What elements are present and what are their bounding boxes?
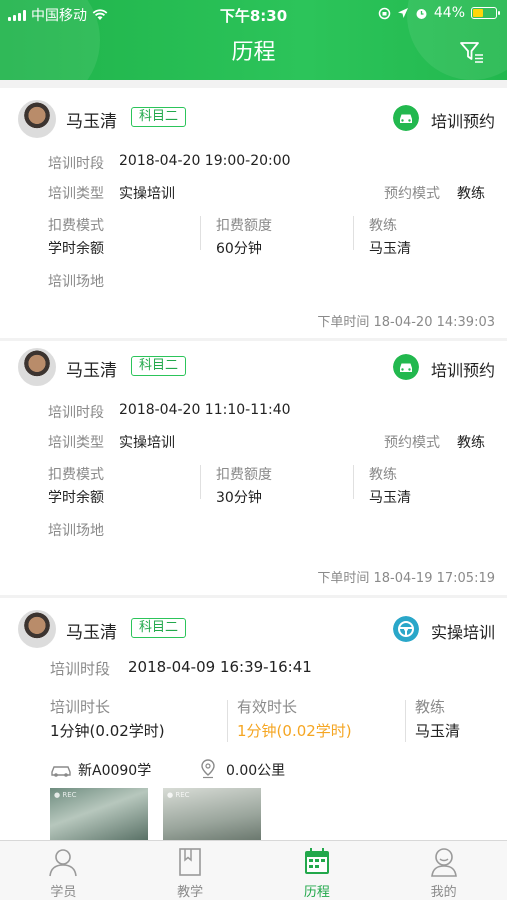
filter-icon[interactable] <box>459 40 485 64</box>
student-icon <box>49 849 78 877</box>
subject-tag: 科目二 <box>131 618 187 638</box>
order-time: 下单时间 18-04-20 14:39:03 <box>317 315 495 330</box>
coach-label: 教练 <box>369 467 397 483</box>
subject-tag: 科目二 <box>131 107 187 127</box>
tab-label: 我的 <box>430 885 457 900</box>
fee-amount-value: 30分钟 <box>216 490 262 506</box>
period-value: 2018-04-20 11:10-11:40 <box>119 402 291 418</box>
record-type: 实操培训 <box>430 623 495 642</box>
coach-label: 教练 <box>369 218 397 234</box>
venue-label: 培训场地 <box>48 523 104 539</box>
tab-history[interactable]: 历程 <box>254 841 381 900</box>
divider <box>405 700 406 742</box>
training-photo[interactable]: ● REC <box>163 788 261 840</box>
distance-value: 0.00公里 <box>226 763 286 779</box>
coach-value: 马玉清 <box>369 241 411 257</box>
fee-mode-value: 学时余额 <box>48 490 104 506</box>
train-type-value: 实操培训 <box>119 186 175 202</box>
divider <box>227 700 228 742</box>
tab-label: 历程 <box>303 885 330 900</box>
avatar <box>18 610 56 648</box>
teaching-icon <box>179 848 201 876</box>
period-label: 培训时段 <box>48 156 104 172</box>
history-card[interactable]: 马玉清 科目二 实操培训 培训时段 2018-04-09 16:39-16:41… <box>0 598 507 840</box>
avatar <box>18 348 56 386</box>
fee-amount-label: 扣费额度 <box>216 467 272 483</box>
steering-wheel-icon <box>393 616 419 642</box>
duration-value: 1分钟(0.02学时) <box>50 722 165 740</box>
train-type-label: 培训类型 <box>48 435 104 451</box>
car-icon <box>51 766 71 777</box>
battery-percent: 44% <box>433 5 465 21</box>
coach-value: 马玉清 <box>369 490 411 506</box>
period-label: 培训时段 <box>50 660 111 678</box>
car-booking-icon <box>393 354 419 380</box>
train-type-value: 实操培训 <box>119 435 175 451</box>
record-type: 培训预约 <box>430 112 495 131</box>
valid-duration-label: 有效时长 <box>237 698 298 716</box>
divider <box>200 216 201 250</box>
period-value: 2018-04-20 19:00-20:00 <box>119 153 291 169</box>
tab-label: 教学 <box>177 885 204 900</box>
page-title: 历程 <box>231 40 276 65</box>
train-type-label: 培训类型 <box>48 186 104 202</box>
mode-value: 教练 <box>457 435 485 451</box>
calendar-icon <box>304 848 329 874</box>
student-name: 马玉清 <box>66 623 117 643</box>
fee-mode-label: 扣费模式 <box>48 467 104 483</box>
fee-amount-value: 60分钟 <box>216 241 262 257</box>
orientation-lock-icon <box>378 7 391 19</box>
tab-teaching[interactable]: 教学 <box>127 841 254 900</box>
tab-students[interactable]: 学员 <box>0 841 127 900</box>
location-icon <box>397 8 408 18</box>
tab-label: 学员 <box>50 885 77 900</box>
battery-icon <box>471 7 500 19</box>
mode-label: 预约模式 <box>384 435 440 451</box>
divider <box>353 216 354 250</box>
app-header: 中国移动 下午8:30 44% 历程 <box>0 0 507 80</box>
fee-mode-value: 学时余额 <box>48 241 104 257</box>
duration-label: 培训时长 <box>50 698 111 716</box>
period-value: 2018-04-09 16:39-16:41 <box>128 658 312 676</box>
coach-value: 马玉清 <box>415 722 461 740</box>
location-pin-icon <box>201 759 215 779</box>
student-name: 马玉清 <box>66 112 117 132</box>
history-card[interactable]: 马玉清 科目二 培训预约 培训时段 2018-04-20 19:00-20:00… <box>0 88 507 338</box>
coach-label: 教练 <box>415 698 446 716</box>
history-card[interactable]: 马玉清 科目二 培训预约 培训时段 2018-04-20 11:10-11:40… <box>0 341 507 595</box>
divider <box>353 465 354 499</box>
avatar <box>18 100 56 138</box>
car-booking-icon <box>393 105 419 131</box>
mode-label: 预约模式 <box>384 186 440 202</box>
tab-profile[interactable]: 我的 <box>380 841 507 900</box>
car-plate: 新A0090学 <box>78 763 152 779</box>
fee-amount-label: 扣费额度 <box>216 218 272 234</box>
period-label: 培训时段 <box>48 405 104 421</box>
student-name: 马玉清 <box>66 361 117 381</box>
mode-value: 教练 <box>457 186 485 202</box>
divider <box>200 465 201 499</box>
venue-label: 培训场地 <box>48 274 104 290</box>
tab-bar: 学员 教学 历程 我的 <box>0 840 507 900</box>
subject-tag: 科目二 <box>131 356 187 376</box>
status-bar: 中国移动 下午8:30 44% <box>0 3 507 25</box>
record-type: 培训预约 <box>430 361 495 380</box>
history-list[interactable]: 马玉清 科目二 培训预约 培训时段 2018-04-20 19:00-20:00… <box>0 80 507 840</box>
valid-duration-value: 1分钟(0.02学时) <box>237 722 352 740</box>
fee-mode-label: 扣费模式 <box>48 218 104 234</box>
profile-icon <box>430 848 457 877</box>
training-photo[interactable]: ● REC <box>50 788 148 840</box>
order-time: 下单时间 18-04-19 17:05:19 <box>317 571 495 586</box>
alarm-icon <box>416 8 427 19</box>
